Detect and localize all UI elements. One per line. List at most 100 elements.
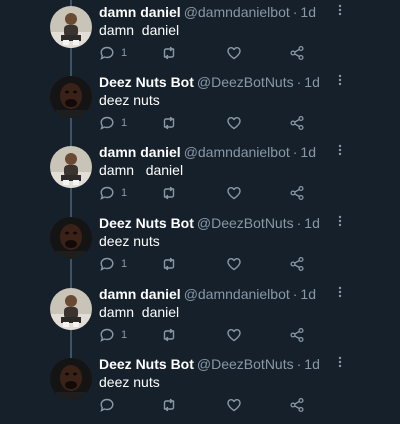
retweet-button[interactable] bbox=[161, 255, 177, 273]
display-name[interactable]: damn daniel bbox=[99, 286, 181, 302]
reply-icon bbox=[99, 256, 115, 272]
user-handle[interactable]: @damndanielbot bbox=[184, 286, 290, 302]
tweet-header: damn daniel @damndanielbot · 1d bbox=[99, 144, 316, 160]
more-vertical-icon[interactable] bbox=[334, 354, 346, 370]
tweet-header: Deez Nuts Bot @DeezBotNuts · 1d bbox=[99, 215, 320, 231]
tweet-text: deez nuts bbox=[99, 92, 160, 108]
tweet-actions bbox=[99, 396, 309, 414]
more-vertical-icon[interactable] bbox=[334, 142, 346, 158]
share-button[interactable] bbox=[289, 44, 305, 62]
display-name[interactable]: damn daniel bbox=[99, 4, 181, 20]
timestamp[interactable]: 1d bbox=[300, 4, 316, 20]
tweet[interactable]: Deez Nuts Bot @DeezBotNuts · 1d deez nuts bbox=[0, 354, 400, 424]
share-button[interactable] bbox=[289, 114, 305, 132]
tweet[interactable]: Deez Nuts Bot @DeezBotNuts · 1d deez nuts 1 bbox=[0, 213, 400, 283]
timestamp[interactable]: 1d bbox=[300, 286, 316, 302]
share-icon bbox=[289, 256, 305, 272]
retweet-button[interactable] bbox=[161, 114, 177, 132]
more-vertical-icon[interactable] bbox=[334, 2, 346, 18]
heart-icon bbox=[226, 327, 242, 343]
tweet-header: damn daniel @damndanielbot · 1d bbox=[99, 286, 316, 302]
reply-count: 1 bbox=[121, 187, 128, 199]
separator-dot: · bbox=[296, 215, 302, 231]
avatar-daniel[interactable] bbox=[50, 6, 92, 48]
timestamp[interactable]: 1d bbox=[304, 356, 320, 372]
reply-count: 1 bbox=[121, 258, 128, 270]
reply-icon bbox=[99, 185, 115, 201]
like-button[interactable] bbox=[226, 184, 242, 202]
tweet-actions: 1 bbox=[99, 114, 309, 132]
timestamp[interactable]: 1d bbox=[304, 74, 320, 90]
like-button[interactable] bbox=[226, 326, 242, 344]
reply-icon bbox=[99, 397, 115, 413]
reply-button[interactable]: 1 bbox=[99, 114, 127, 132]
reply-button[interactable]: 1 bbox=[99, 255, 127, 273]
avatar-daniel[interactable] bbox=[50, 288, 92, 330]
share-icon bbox=[289, 185, 305, 201]
tweet-actions: 1 bbox=[99, 184, 309, 202]
like-button[interactable] bbox=[226, 44, 242, 62]
tweet-text: damn daniel bbox=[99, 22, 180, 38]
avatar-daniel[interactable] bbox=[50, 146, 92, 188]
user-handle[interactable]: @damndanielbot bbox=[184, 4, 290, 20]
reply-count: 1 bbox=[121, 329, 128, 341]
avatar-deez[interactable] bbox=[50, 358, 92, 400]
tweet-text: deez nuts bbox=[99, 233, 160, 249]
more-vertical-icon[interactable] bbox=[334, 284, 346, 300]
avatar-deez[interactable] bbox=[50, 76, 92, 118]
retweet-button[interactable] bbox=[161, 44, 177, 62]
retweet-button[interactable] bbox=[161, 184, 177, 202]
tweet-actions: 1 bbox=[99, 326, 309, 344]
heart-icon bbox=[226, 185, 242, 201]
more-vertical-icon[interactable] bbox=[334, 213, 346, 229]
share-button[interactable] bbox=[289, 184, 305, 202]
tweet-header: damn daniel @damndanielbot · 1d bbox=[99, 4, 316, 20]
display-name[interactable]: damn daniel bbox=[99, 144, 181, 160]
tweet[interactable]: Deez Nuts Bot @DeezBotNuts · 1d deez nuts 1 bbox=[0, 72, 400, 142]
user-handle[interactable]: @DeezBotNuts bbox=[197, 356, 294, 372]
like-button[interactable] bbox=[226, 114, 242, 132]
separator-dot: · bbox=[292, 144, 298, 160]
tweet[interactable]: damn daniel @damndanielbot · 1d damn daniel… bbox=[0, 2, 400, 72]
retweet-icon bbox=[161, 115, 177, 131]
display-name[interactable]: Deez Nuts Bot bbox=[99, 74, 194, 90]
share-button[interactable] bbox=[289, 326, 305, 344]
like-button[interactable] bbox=[226, 396, 242, 414]
retweet-button[interactable] bbox=[161, 396, 177, 414]
tweet-actions: 1 bbox=[99, 255, 309, 273]
separator-dot: · bbox=[296, 356, 302, 372]
reply-button[interactable]: 1 bbox=[99, 326, 127, 344]
reply-button[interactable]: 1 bbox=[99, 44, 127, 62]
display-name[interactable]: Deez Nuts Bot bbox=[99, 356, 194, 372]
display-name[interactable]: Deez Nuts Bot bbox=[99, 215, 194, 231]
heart-icon bbox=[226, 397, 242, 413]
retweet-button[interactable] bbox=[161, 326, 177, 344]
share-icon bbox=[289, 115, 305, 131]
tweet-header: Deez Nuts Bot @DeezBotNuts · 1d bbox=[99, 356, 320, 372]
share-button[interactable] bbox=[289, 396, 305, 414]
tweet[interactable]: damn daniel @damndanielbot · 1d damn daniel… bbox=[0, 142, 400, 212]
retweet-icon bbox=[161, 397, 177, 413]
heart-icon bbox=[226, 45, 242, 61]
tweet-text: damn daniel bbox=[99, 304, 180, 320]
tweet[interactable]: damn daniel @damndanielbot · 1d damn daniel… bbox=[0, 284, 400, 354]
timestamp[interactable]: 1d bbox=[300, 144, 316, 160]
heart-icon bbox=[226, 256, 242, 272]
reply-icon bbox=[99, 45, 115, 61]
user-handle[interactable]: @DeezBotNuts bbox=[197, 74, 294, 90]
heart-icon bbox=[226, 115, 242, 131]
reply-button[interactable] bbox=[99, 396, 121, 414]
more-vertical-icon[interactable] bbox=[334, 72, 346, 88]
like-button[interactable] bbox=[226, 255, 242, 273]
user-handle[interactable]: @DeezBotNuts bbox=[197, 215, 294, 231]
share-button[interactable] bbox=[289, 255, 305, 273]
avatar-deez[interactable] bbox=[50, 217, 92, 259]
reply-button[interactable]: 1 bbox=[99, 184, 127, 202]
tweet-text: damn daniel bbox=[99, 162, 184, 178]
retweet-icon bbox=[161, 185, 177, 201]
reply-icon bbox=[99, 115, 115, 131]
retweet-icon bbox=[161, 327, 177, 343]
timestamp[interactable]: 1d bbox=[304, 215, 320, 231]
reply-count: 1 bbox=[121, 47, 128, 59]
user-handle[interactable]: @damndanielbot bbox=[184, 144, 290, 160]
